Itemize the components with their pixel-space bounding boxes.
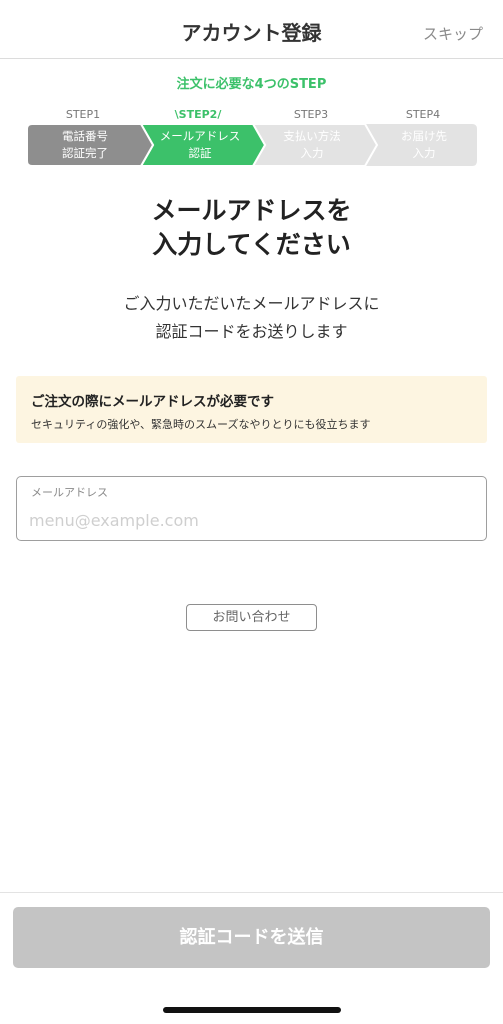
home-indicator <box>163 1007 341 1013</box>
step4-label: STEP4 <box>405 108 441 121</box>
step2-line2: 認証 <box>188 146 212 160</box>
step3-line2: 入力 <box>300 146 324 160</box>
step1-text: 電話番号 認証完了 <box>29 128 141 162</box>
email-input[interactable] <box>29 507 469 533</box>
contact-button[interactable]: お問い合わせ <box>186 604 317 631</box>
app-header: アカウント登録 スキップ <box>0 0 503 59</box>
email-field-label: メールアドレス <box>31 486 108 499</box>
description: ご入力いただいたメールアドレスに 認証コードをお送りします <box>0 290 503 346</box>
step1-label: STEP1 <box>65 108 101 121</box>
description-line1: ご入力いただいたメールアドレスに <box>123 294 380 313</box>
main-heading: メールアドレスを 入力してください <box>0 194 503 262</box>
step-progress: 電話番号 認証完了 メールアドレス 認証 支払い方法 入力 お届け先 入力 <box>27 124 477 166</box>
main-heading-line2: 入力してください <box>152 230 351 259</box>
step4-line2: 入力 <box>412 146 436 160</box>
send-code-button[interactable]: 認証コードを送信 <box>13 907 490 968</box>
step2-text: メールアドレス 認証 <box>144 128 256 162</box>
step4-text: お届け先 入力 <box>368 128 480 162</box>
step3-label: STEP3 <box>293 108 329 121</box>
email-notice-box: ご注文の際にメールアドレスが必要です セキュリティの強化や、緊急時のスムーズなや… <box>16 376 487 443</box>
description-line2: 認証コードをお送りします <box>155 322 348 341</box>
step3-line1: 支払い方法 <box>283 129 341 143</box>
email-field[interactable]: メールアドレス <box>16 476 487 541</box>
notice-title: ご注文の際にメールアドレスが必要です <box>31 394 274 410</box>
step3-text: 支払い方法 入力 <box>256 128 368 162</box>
notice-text: セキュリティの強化や、緊急時のスムーズなやりとりにも役立ちます <box>31 418 371 431</box>
step4-line1: お届け先 <box>401 129 447 143</box>
steps-heading: 注文に必要な4つのSTEP <box>176 77 327 92</box>
main-heading-line1: メールアドレスを <box>151 196 352 225</box>
step1-line1: 電話番号 <box>62 129 108 143</box>
step2-label: \STEP2/ <box>174 108 222 121</box>
step2-line1: メールアドレス <box>159 129 241 143</box>
step1-line2: 認証完了 <box>62 146 108 160</box>
footer-divider <box>0 892 503 893</box>
skip-button[interactable]: スキップ <box>423 23 483 44</box>
